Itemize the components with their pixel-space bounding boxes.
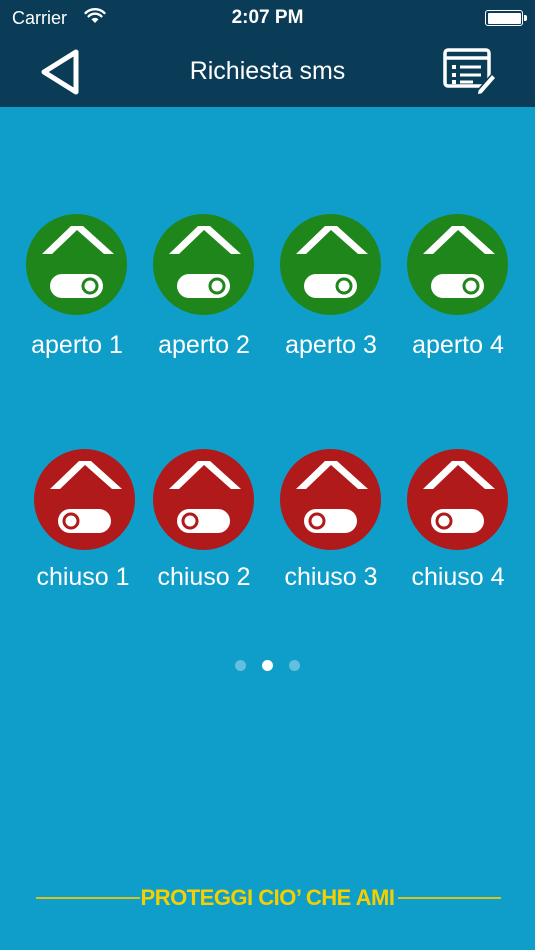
status-time: 2:07 PM <box>231 7 304 28</box>
status-bar: Carrier 2:07 PM <box>0 0 535 34</box>
page-dot-1[interactable] <box>235 660 246 671</box>
battery-icon <box>485 10 527 26</box>
gate-closed-icon <box>34 449 135 550</box>
page-indicator[interactable] <box>0 660 535 672</box>
button-label: chiuso 4 <box>411 563 505 591</box>
button-label: chiuso 2 <box>157 563 251 591</box>
button-label: aperto 1 <box>31 331 123 359</box>
gate-closed-icon <box>280 449 381 550</box>
gate-closed-icon <box>153 449 254 550</box>
button-label: chiuso 1 <box>36 563 130 591</box>
gate-open-icon <box>153 214 254 315</box>
list-edit-button[interactable] <box>440 44 500 98</box>
gate-open-icon <box>407 214 508 315</box>
footer-slogan: PROTEGGI CIO’ CHE AMI <box>140 885 395 910</box>
button-label: chiuso 3 <box>284 563 378 591</box>
button-label: aperto 2 <box>158 331 250 359</box>
button-label: aperto 4 <box>412 331 504 359</box>
top-bar: Carrier 2:07 PM Richiesta sms <box>0 0 535 107</box>
gate-open-icon <box>26 214 127 315</box>
page-dot-3[interactable] <box>289 660 300 671</box>
button-label: aperto 3 <box>285 331 377 359</box>
page-dot-2[interactable] <box>262 660 273 671</box>
gate-closed-icon <box>407 449 508 550</box>
gate-open-icon <box>280 214 381 315</box>
